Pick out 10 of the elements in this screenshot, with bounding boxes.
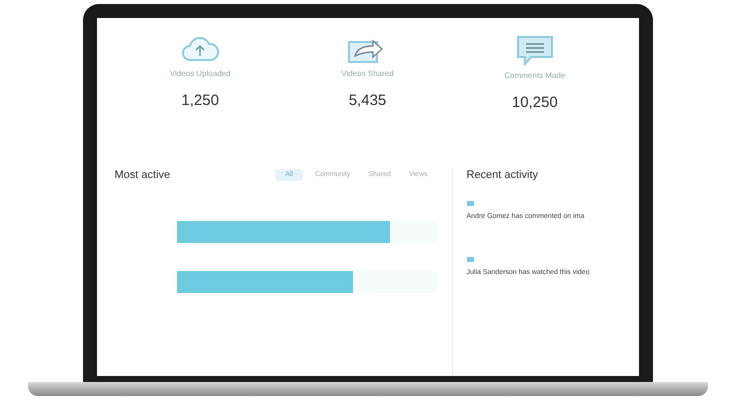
panel-title: Most active — [114, 168, 170, 182]
stat-value: 1,250 — [181, 91, 219, 111]
stat-label: Videos Uploaded — [170, 68, 231, 80]
panel-title: Recent activity — [466, 168, 540, 182]
stat-value: 10,250 — [512, 93, 558, 113]
stat-value: 5,435 — [348, 91, 386, 111]
stat-label: Videos Shared — [341, 68, 394, 80]
stat-label: Comments Made — [504, 70, 566, 82]
speech-bubble-icon — [514, 34, 555, 66]
cloud-upload-icon — [181, 34, 220, 64]
